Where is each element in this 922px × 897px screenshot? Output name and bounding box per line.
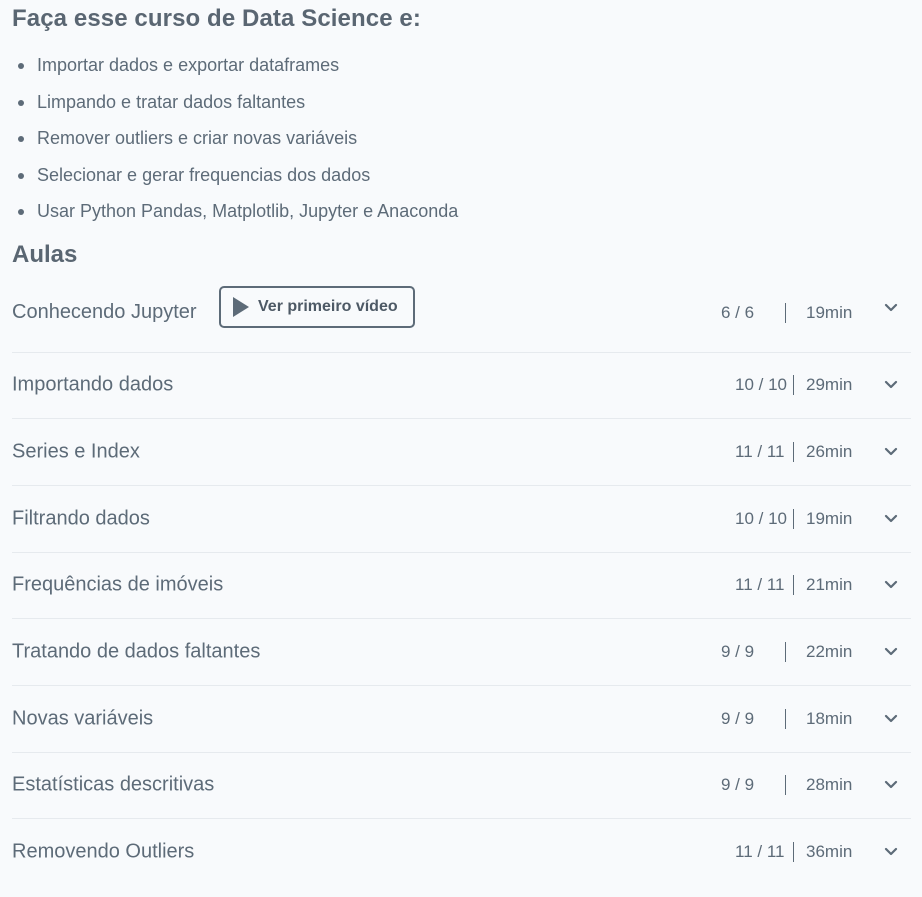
lesson-title: Estatísticas descritivas [12,773,215,796]
lesson-duration: 18min [806,708,853,728]
bullet-icon [18,136,24,142]
bullet-icon [18,63,24,69]
lesson-duration: 19min [806,508,853,528]
bullet-icon [18,99,24,106]
course-topic-label: Selecionar e gerar frequencias dos dados [37,164,371,185]
separator [785,642,786,663]
lesson-title: Importando dados [12,373,174,396]
lesson-progress: 9 / 9 [721,775,755,795]
separator [793,375,794,396]
lesson-progress: 6 / 6 [721,302,755,322]
chevron-down-icon[interactable] [884,647,898,657]
separator [785,775,786,796]
lesson-duration: 21min [806,575,853,595]
course-content: Faça esse curso de Data Science e: Impor… [0,0,922,885]
lesson-meta: 9 / 9 18min [721,708,856,729]
lesson-progress: 11 / 11 [735,442,785,462]
chevron-down-icon[interactable] [884,514,898,524]
course-heading: Faça esse curso de Data Science e: [12,5,421,32]
separator [793,575,794,596]
lesson-progress: 9 / 9 [721,708,755,728]
play-icon [233,296,249,317]
lesson-progress: 11 / 11 [735,842,785,862]
lesson-progress: 10 / 10 [735,375,787,395]
lesson-title: Series e Index [12,440,140,463]
chevron-down-icon[interactable] [884,847,898,857]
lesson-row[interactable]: Frequências de imóveis 11 / 11 21min [12,553,911,620]
lesson-meta: 11 / 11 26min [735,442,856,463]
first-video-label: Ver primeiro vídeo [258,297,398,315]
lesson-duration: 29min [806,375,853,395]
lesson-title: Filtrando dados [12,507,150,530]
separator [793,508,794,529]
lesson-title: Frequências de imóveis [12,573,224,596]
chevron-down-icon[interactable] [884,303,898,313]
lesson-row[interactable]: Importando dados 10 / 10 29min [12,353,911,420]
lesson-duration: 26min [806,442,853,462]
lesson-meta: 6 / 6 19min [721,302,856,323]
lesson-progress: 9 / 9 [721,642,755,662]
course-topic: Importar dados e exportar dataframes [12,54,911,91]
lesson-meta: 11 / 11 36min [735,842,856,863]
lesson-meta: 10 / 10 19min [735,508,856,529]
course-topic: Usar Python Pandas, Matplotlib, Jupyter … [12,200,911,237]
lesson-duration: 36min [806,842,853,862]
course-topic-label: Usar Python Pandas, Matplotlib, Jupyter … [37,201,459,221]
lesson-duration: 28min [806,775,853,795]
lesson-meta: 11 / 11 21min [735,575,856,596]
course-topic: Limpando e tratar dados faltantes [12,91,911,128]
separator [785,302,786,323]
separator [793,842,794,863]
lesson-row[interactable]: Removendo Outliers 11 / 11 36min [12,819,911,885]
lesson-meta: 10 / 10 29min [735,375,856,396]
lesson-title: Tratando de dados faltantes [12,640,261,663]
course-topic: Remover outliers e criar novas variáveis [12,127,911,164]
first-video-button[interactable]: Ver primeiro vídeo [219,285,415,328]
chevron-down-icon[interactable] [884,780,898,790]
lesson-row[interactable]: Series e Index 11 / 11 26min [12,419,911,486]
lesson-meta: 9 / 9 22min [721,642,856,663]
lesson-row[interactable]: Conhecendo Jupyter Ver primeiro vídeo 6 … [12,281,911,353]
course-topics-list: Importar dados e exportar dataframes Lim… [12,54,911,237]
lessons-list: Conhecendo Jupyter Ver primeiro vídeo 6 … [12,281,911,886]
lesson-row[interactable]: Tratando de dados faltantes 9 / 9 22min [12,619,911,686]
lesson-progress: 10 / 10 [735,508,787,528]
separator [793,442,794,463]
course-topic-label: Remover outliers e criar novas variáveis [37,128,358,148]
course-topic-label: Limpando e tratar dados faltantes [37,91,306,112]
chevron-down-icon[interactable] [884,714,898,724]
lesson-duration: 22min [806,642,853,662]
lesson-duration: 19min [806,302,853,322]
lesson-title: Conhecendo Jupyter [12,300,197,323]
separator [785,708,786,729]
lessons-heading: Aulas [12,240,78,268]
lesson-meta: 9 / 9 28min [721,775,856,796]
lesson-row[interactable]: Novas variáveis 9 / 9 18min [12,686,911,753]
lesson-row[interactable]: Filtrando dados 10 / 10 19min [12,486,911,553]
chevron-down-icon[interactable] [884,447,898,457]
lesson-progress: 11 / 11 [735,575,785,595]
course-topic-label: Importar dados e exportar dataframes [37,55,340,75]
lesson-title: Removendo Outliers [12,840,195,863]
chevron-down-icon[interactable] [884,580,898,590]
bullet-icon [18,209,24,215]
chevron-down-icon[interactable] [884,380,898,390]
lesson-title: Novas variáveis [12,707,154,730]
course-topic: Selecionar e gerar frequencias dos dados [12,164,911,201]
lesson-row[interactable]: Estatísticas descritivas 9 / 9 28min [12,753,911,820]
bullet-icon [18,172,24,179]
